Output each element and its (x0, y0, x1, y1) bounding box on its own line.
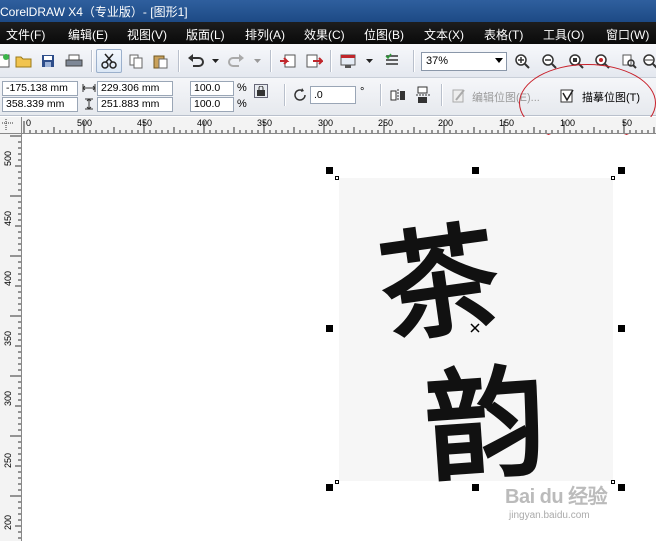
width-field[interactable]: 229.306 mm (97, 81, 173, 96)
undo-icon[interactable] (186, 51, 206, 71)
ruler-left-label: 450 (3, 210, 13, 226)
ruler-left-label: 250 (3, 452, 13, 468)
ruler-top-label: 50 (622, 118, 633, 128)
new-icon[interactable] (0, 51, 14, 71)
selection-handle-bottom[interactable] (472, 484, 479, 491)
ruler-top-label: 200 (438, 118, 454, 128)
selection-handle-top[interactable] (472, 167, 479, 174)
scale-y-field[interactable]: 100.0 (190, 97, 234, 112)
menu-layout[interactable]: 版面(L) (186, 26, 225, 43)
print-icon[interactable] (64, 51, 84, 71)
rotation-angle-field[interactable]: .0 (310, 86, 356, 104)
ruler-left-label: 350 (3, 330, 13, 346)
copy-icon[interactable] (126, 51, 146, 71)
menu-edit[interactable]: 编辑(E) (68, 26, 108, 43)
menu-table[interactable]: 表格(T) (484, 26, 523, 43)
ruler-left-label: 300 (3, 390, 13, 406)
menu-view[interactable]: 视图(V) (127, 26, 167, 43)
zoom-width-icon[interactable] (640, 51, 656, 71)
redo-icon[interactable] (226, 51, 246, 71)
menu-bar: 文件(F) 编辑(E) 视图(V) 版面(L) 排列(A) 效果(C) 位图(B… (0, 22, 656, 44)
zoom-level-value: 37% (426, 55, 449, 67)
menu-window[interactable]: 窗口(W) (606, 26, 649, 43)
ruler-left-label: 200 (3, 514, 13, 530)
lock-ratio-button[interactable] (254, 84, 268, 98)
node-corner-bottom-right[interactable] (611, 480, 615, 484)
menu-effects[interactable]: 效果(C) (304, 26, 345, 43)
lock-icon (257, 86, 265, 96)
vertical-ruler[interactable]: 500 450 400 350 300 250 200 (0, 134, 22, 541)
ruler-top-label: 250 (378, 118, 394, 128)
application-launcher-icon[interactable] (338, 51, 358, 71)
percent-x-label: % (237, 82, 247, 94)
x-position-field[interactable]: -175.138 mm (2, 81, 78, 96)
selection-handle-top-left[interactable] (326, 167, 333, 174)
percent-y-label: % (237, 98, 247, 110)
zoom-in-icon[interactable] (512, 51, 532, 71)
selection-handle-bottom-left[interactable] (326, 484, 333, 491)
ruler-top-label: 400 (197, 118, 213, 128)
horizontal-ruler[interactable]: 0 500 450 400 350 300 250 200 150 100 50 (22, 117, 656, 134)
watermark-url: jingyan.baidu.com (509, 510, 590, 521)
height-field[interactable]: 251.883 mm (97, 97, 173, 112)
edit-bitmap-icon (452, 88, 466, 107)
degree-label: ° (360, 86, 365, 98)
ruler-top-label: 350 (257, 118, 273, 128)
scale-x-field[interactable]: 100.0 (190, 81, 234, 96)
mirror-vertical-icon[interactable] (416, 86, 430, 107)
import-icon[interactable] (278, 51, 298, 71)
ruler-top-label: 0 (26, 118, 32, 128)
selection-handle-left[interactable] (326, 325, 333, 332)
zoom-page-icon[interactable] (619, 51, 639, 71)
ruler-top-label: 150 (499, 118, 515, 128)
selection-handle-bottom-right[interactable] (618, 484, 625, 491)
menu-tools[interactable]: 工具(O) (543, 26, 584, 43)
launcher-dropdown-icon[interactable] (360, 51, 380, 71)
menu-arrange[interactable]: 排列(A) (245, 26, 285, 43)
welcome-screen-icon[interactable] (382, 51, 402, 71)
menu-bitmaps[interactable]: 位图(B) (364, 26, 404, 43)
ruler-top-label: 500 (77, 118, 93, 128)
export-icon[interactable] (304, 51, 324, 71)
undo-dropdown-icon[interactable] (206, 51, 226, 71)
center-marker-icon[interactable] (470, 323, 480, 336)
width-icon (82, 83, 96, 96)
ruler-left-label: 500 (3, 150, 13, 166)
selection-handle-top-right[interactable] (618, 167, 625, 174)
paste-icon[interactable] (150, 51, 170, 71)
menu-file[interactable]: 文件(F) (6, 26, 45, 43)
chevron-down-icon[interactable] (495, 58, 503, 63)
ruler-origin[interactable] (0, 117, 22, 134)
window-title: CorelDRAW X4（专业版）- [图形1] (0, 5, 188, 19)
rotation-icon (294, 88, 308, 105)
ruler-top-label: 450 (137, 118, 153, 128)
save-icon[interactable] (38, 51, 58, 71)
title-bar: CorelDRAW X4（专业版）- [图形1] (0, 0, 656, 22)
open-folder-icon[interactable] (14, 51, 34, 71)
menu-text[interactable]: 文本(X) (424, 26, 464, 43)
ruler-top-label: 300 (318, 118, 334, 128)
scissors-icon[interactable] (99, 51, 119, 71)
node-corner-top-right[interactable] (611, 176, 615, 180)
node-corner-top-left[interactable] (335, 176, 339, 180)
zoom-level-combo[interactable]: 37% (421, 52, 507, 71)
height-icon (84, 98, 94, 113)
redo-dropdown-icon[interactable] (248, 51, 268, 71)
baidu-watermark: Bai du 经验 jingyan.baidu.com (505, 480, 608, 521)
calligraphy-char-2: 韵 (420, 350, 551, 500)
ruler-top-label: 100 (560, 118, 576, 128)
y-position-field[interactable]: 358.339 mm (2, 97, 78, 112)
mirror-horizontal-icon[interactable] (390, 88, 406, 105)
node-corner-bottom-left[interactable] (335, 480, 339, 484)
watermark-logo: Bai du 经验 (505, 486, 608, 508)
ruler-left-label: 400 (3, 270, 13, 286)
selection-handle-right[interactable] (618, 325, 625, 332)
